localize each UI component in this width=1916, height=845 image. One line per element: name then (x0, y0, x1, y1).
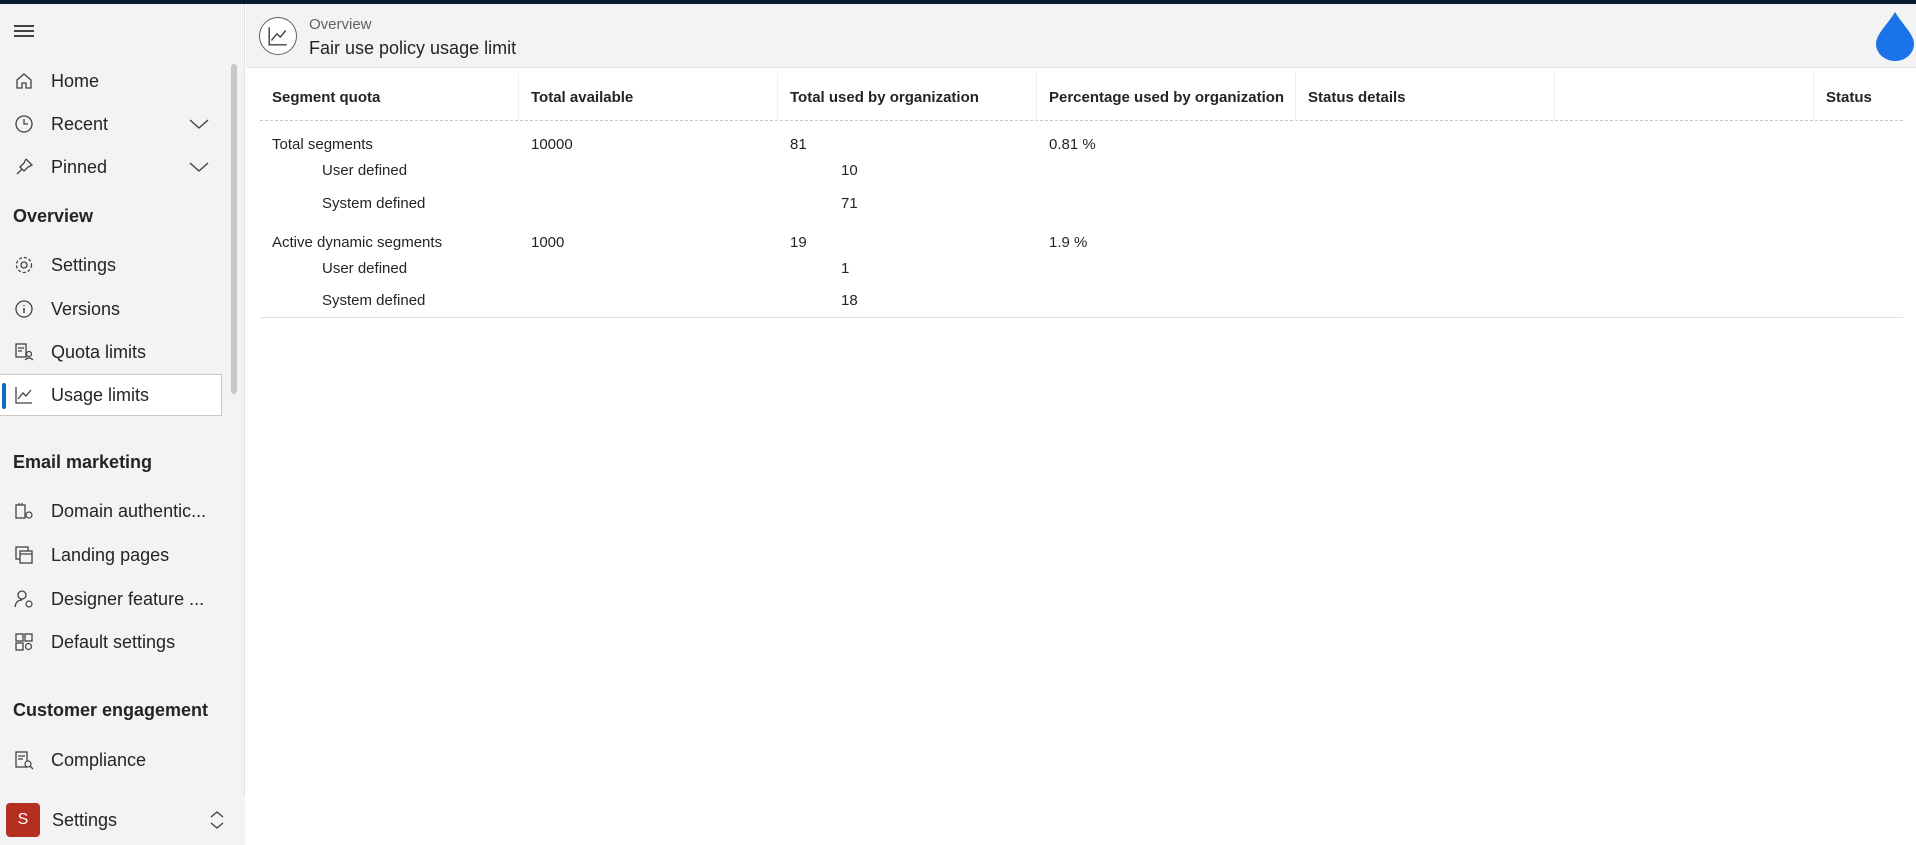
info-icon (12, 297, 36, 321)
sidebar-item-pinned[interactable]: Pinned (0, 146, 222, 188)
page-header: Overview Fair use policy usage limit (246, 4, 1916, 68)
used-cell: 81 (790, 136, 807, 153)
sidebar-item-label: Pinned (51, 156, 108, 177)
sidebar-item-default-settings[interactable]: Default settings (0, 621, 222, 663)
used-cell: 71 (841, 195, 858, 212)
sidebar-item-label: Recent (51, 113, 109, 134)
sidebar-item-label: Settings (51, 254, 117, 275)
grid-settings-icon (12, 630, 36, 654)
sidebar-item-label: Versions (51, 298, 121, 319)
main-content: Overview Fair use policy usage limit Seg… (246, 4, 1916, 845)
sidebar-item-label: Landing pages (51, 544, 170, 565)
person-settings-icon (12, 587, 36, 611)
domain-gear-icon (12, 499, 36, 523)
document-search-icon (12, 748, 36, 772)
segment-cell: User defined (322, 260, 408, 277)
sitemap-sidebar: Home Recent Pinned Overview Settings Ver… (0, 4, 245, 845)
line-chart-icon (12, 383, 36, 407)
segment-cell: System defined (322, 195, 426, 212)
column-header-status[interactable]: Status (1814, 73, 1903, 121)
chevron-down-icon[interactable] (188, 115, 209, 133)
column-header-status-details[interactable]: Status details (1296, 73, 1555, 121)
usage-limits-grid: Segment quota Total available Total used… (260, 73, 1903, 318)
section-title-overview: Overview (13, 206, 94, 226)
available-cell: 10000 (531, 136, 573, 153)
sidebar-item-domain-authentication[interactable]: Domain authentic... (0, 490, 222, 532)
segment-cell: User defined (322, 162, 408, 179)
sidebar-item-label: Domain authentic... (51, 500, 207, 521)
sidebar-item-home[interactable]: Home (0, 60, 222, 102)
sidebar-item-landing-pages[interactable]: Landing pages (0, 534, 222, 576)
page-title: Fair use policy usage limit (309, 38, 517, 58)
sidebar-item-versions[interactable]: Versions (0, 288, 222, 330)
sidebar-item-compliance[interactable]: Compliance (0, 739, 222, 781)
sidebar-item-label: Usage limits (51, 384, 150, 405)
sidebar-item-recent[interactable]: Recent (0, 103, 222, 145)
sidebar-item-label: Compliance (51, 749, 147, 770)
column-header-total-available[interactable]: Total available (519, 73, 778, 121)
area-label: Settings (52, 809, 118, 830)
used-cell: 18 (841, 292, 858, 309)
gear-icon (12, 253, 36, 277)
sidebar-item-label: Default settings (51, 631, 176, 652)
home-icon (12, 69, 36, 93)
column-header-segment-quota[interactable]: Segment quota (260, 73, 519, 121)
column-header-total-used[interactable]: Total used by organization (778, 73, 1037, 121)
chevron-up-down-icon[interactable] (207, 809, 227, 831)
clock-icon (12, 112, 36, 136)
section-title-customer-engagement: Customer engagement (13, 700, 209, 720)
pin-icon (12, 155, 36, 179)
column-header-percentage-used[interactable]: Percentage used by organization (1037, 73, 1296, 121)
sidebar-item-quota-limits[interactable]: Quota limits (0, 331, 222, 373)
sidebar-item-label: Designer feature ... (51, 588, 205, 609)
percentage-cell: 0.81 % (1049, 136, 1096, 153)
line-chart-icon (259, 17, 297, 55)
sidebar-item-designer-feature[interactable]: Designer feature ... (0, 578, 222, 620)
segment-cell: Total segments (272, 136, 373, 153)
sidebar-item-label: Home (51, 70, 100, 91)
area-switcher[interactable]: S Settings (0, 795, 245, 845)
grid-header: Segment quota Total available Total used… (260, 73, 1903, 121)
pages-icon (12, 543, 36, 567)
sidebar-scrollbar[interactable] (231, 64, 237, 394)
sidebar-item-settings[interactable]: Settings (0, 244, 222, 286)
copilot-drop-icon[interactable] (1874, 10, 1916, 62)
area-badge: S (6, 803, 40, 837)
used-cell: 19 (790, 234, 807, 251)
used-cell: 1 (841, 260, 850, 277)
segment-cell: Active dynamic segments (272, 234, 443, 251)
sidebar-item-label: Quota limits (51, 341, 147, 362)
breadcrumb: Overview (309, 16, 372, 33)
hamburger-menu-icon[interactable] (12, 22, 36, 46)
available-cell: 1000 (531, 234, 565, 251)
sidebar-item-usage-limits[interactable]: Usage limits (0, 374, 222, 416)
column-header-blank (1555, 73, 1814, 121)
segment-cell: System defined (322, 292, 426, 309)
document-person-icon (12, 340, 36, 364)
used-cell: 10 (841, 162, 858, 179)
section-title-email-marketing: Email marketing (13, 452, 153, 472)
chevron-down-icon[interactable] (188, 158, 209, 176)
percentage-cell: 1.9 % (1049, 234, 1088, 251)
grid-body: Total segments 10000 81 0.81 % User defi… (260, 121, 1903, 318)
